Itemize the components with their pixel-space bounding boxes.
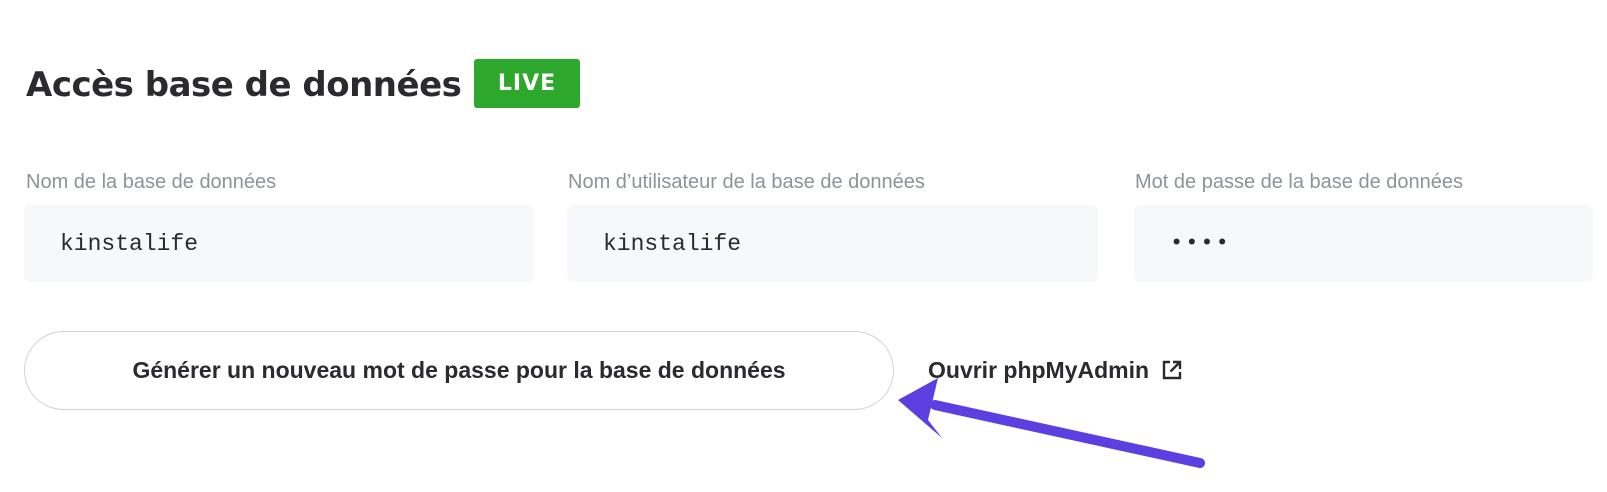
database-name-label: Nom de la base de données [26, 171, 277, 193]
page-title: Accès base de données [26, 65, 462, 105]
database-username-label: Nom d’utilisateur de la base de données [568, 171, 925, 193]
database-password-field[interactable]: •••• [1134, 205, 1593, 282]
open-phpmyadmin-link[interactable]: Ouvrir phpMyAdmin [928, 352, 1183, 388]
database-password-label: Mot de passe de la base de données [1135, 171, 1464, 193]
database-username-field[interactable]: kinstalife [567, 205, 1098, 282]
live-status-badge: LIVE [474, 59, 580, 108]
open-phpmyadmin-label: Ouvrir phpMyAdmin [928, 357, 1150, 383]
database-name-field[interactable]: kinstalife [24, 205, 534, 282]
external-link-icon [1162, 360, 1182, 380]
generate-password-button[interactable]: Générer un nouveau mot de passe pour la … [24, 331, 894, 410]
